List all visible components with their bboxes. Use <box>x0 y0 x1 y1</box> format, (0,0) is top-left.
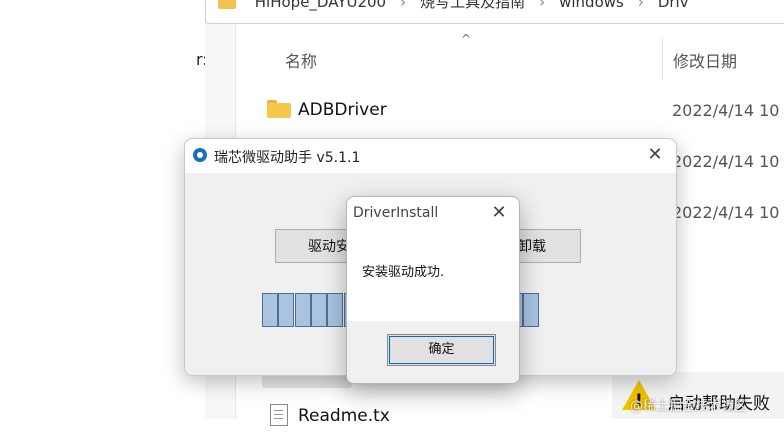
watermark: @稀土掘金技术社区 <box>630 399 748 414</box>
progress-segment <box>294 293 311 327</box>
progress-segment <box>327 293 344 327</box>
file-row[interactable]: ADBDriver 2022/4/14 10 <box>262 92 784 132</box>
background-left-area: r: <box>0 0 208 419</box>
column-divider[interactable] <box>662 38 663 80</box>
folder-icon <box>267 100 291 118</box>
chevron-right-icon: › <box>400 0 407 11</box>
progress-segment <box>278 293 295 327</box>
driver-install-dialog: DriverInstall ✕ 安装驱动成功. 确定 <box>346 196 520 384</box>
text-file-icon <box>270 404 288 426</box>
close-icon[interactable]: ✕ <box>488 202 510 224</box>
sort-ascending-icon: ^ <box>461 32 472 46</box>
breadcrumb-segment[interactable]: windows <box>559 0 624 11</box>
file-date: 2022/4/14 10 <box>672 101 780 120</box>
file-name: Readme.tx <box>298 406 390 426</box>
window-title: 瑞芯微驱动助手 v5.1.1 <box>214 150 361 166</box>
address-bar[interactable]: HiHope_DAYU200 › 烧写工具及指南 › windows › Driv <box>205 0 784 24</box>
column-header-date[interactable]: 修改日期 <box>673 48 737 72</box>
progress-segment <box>310 293 327 327</box>
app-logo-icon <box>193 148 207 162</box>
dialog-message: 安装驱动成功. <box>362 265 445 280</box>
breadcrumb-segment[interactable]: HiHope_DAYU200 <box>255 0 386 11</box>
window-titlebar[interactable]: 瑞芯微驱动助手 v5.1.1 ✕ <box>185 139 676 173</box>
progress-segment <box>522 293 539 327</box>
chevron-right-icon: › <box>539 0 546 11</box>
chevron-right-icon: › <box>637 0 644 11</box>
dialog-title: DriverInstall <box>353 205 439 221</box>
breadcrumb-segment[interactable]: Driv <box>658 0 689 11</box>
close-icon[interactable]: ✕ <box>644 144 666 166</box>
dialog-footer: 确定 <box>347 321 519 383</box>
file-date: 2022/4/14 10 <box>672 152 780 171</box>
column-header-name[interactable]: 名称 <box>285 48 317 72</box>
folder-icon <box>218 0 236 9</box>
file-date: 2022/4/14 10 <box>672 203 780 222</box>
breadcrumb-segment[interactable]: 烧写工具及指南 <box>420 0 525 11</box>
ok-button[interactable]: 确定 <box>387 334 496 366</box>
file-name: ADBDriver <box>298 100 387 120</box>
progress-segment <box>262 293 278 327</box>
